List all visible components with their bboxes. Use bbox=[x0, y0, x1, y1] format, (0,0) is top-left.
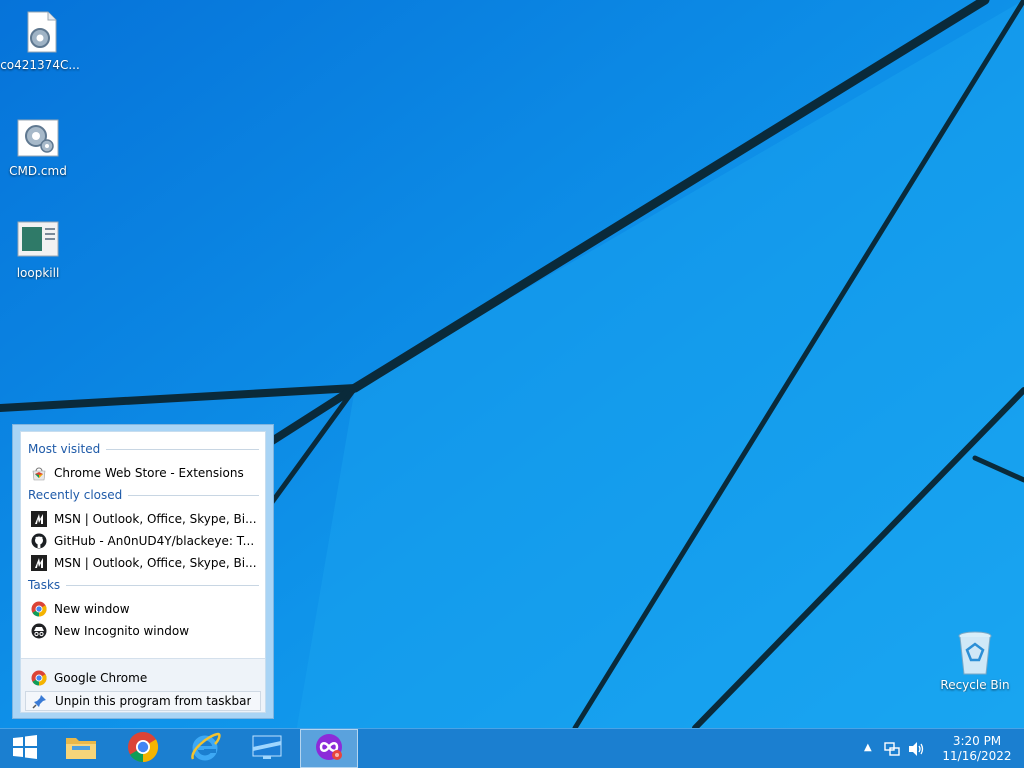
clock[interactable]: 3:20 PM 11/16/2022 bbox=[942, 734, 1012, 764]
jump-item-label: Chrome Web Store - Extensions bbox=[54, 466, 244, 480]
jump-item-label: Unpin this program from taskbar bbox=[55, 694, 252, 708]
desktop-icon-recycle-bin[interactable]: Recycle Bin bbox=[935, 630, 1015, 692]
start-button[interactable] bbox=[0, 729, 50, 768]
jump-item-label: MSN | Outlook, Office, Skype, Bi... bbox=[54, 512, 257, 526]
tasks-header: Tasks bbox=[28, 577, 259, 593]
jump-item-label: GitHub - An0nUD4Y/blackeye: T... bbox=[54, 534, 255, 548]
jump-item-chrome-web-store[interactable]: Chrome Web Store - Extensions bbox=[25, 463, 259, 483]
taskbar-desktop-app[interactable] bbox=[238, 729, 296, 768]
desktop-icon-label: loopkill bbox=[16, 266, 60, 280]
unpin-from-taskbar-item[interactable]: Unpin this program from taskbar bbox=[25, 691, 261, 711]
jump-item-label: New window bbox=[54, 602, 130, 616]
msn-icon bbox=[31, 555, 47, 571]
incognito-icon bbox=[31, 623, 47, 639]
jump-item-label: Google Chrome bbox=[54, 671, 148, 685]
header-divider bbox=[66, 584, 259, 586]
jump-list-footer: Google Chrome Unpin this program from ta… bbox=[21, 658, 265, 712]
jump-item-google-chrome[interactable]: Google Chrome bbox=[25, 668, 259, 688]
chrome-jump-list: Most visited Chrome Web Store - Extensio… bbox=[12, 424, 274, 719]
jump-item-github[interactable]: GitHub - An0nUD4Y/blackeye: T... bbox=[25, 531, 259, 551]
system-tray: ▲ 3:20 PM 11/16/2022 bbox=[864, 729, 1024, 768]
jump-item-new-incognito-window[interactable]: New Incognito window bbox=[25, 621, 259, 641]
desktop-icon-settings-file[interactable]: co421374C... bbox=[0, 10, 80, 72]
tasks-header-text: Tasks bbox=[28, 578, 61, 592]
taskbar: ▲ 3:20 PM 11/16/2022 bbox=[0, 728, 1024, 768]
msn-icon bbox=[31, 511, 47, 527]
network-icon[interactable] bbox=[884, 741, 900, 760]
recycle-bin-icon bbox=[953, 630, 997, 675]
clock-time: 3:20 PM bbox=[952, 734, 1002, 748]
file-explorer-icon bbox=[64, 732, 98, 765]
taskbar-phishing-app[interactable] bbox=[300, 729, 358, 768]
desktop-icon-label: co421374C... bbox=[0, 58, 80, 72]
recently-closed-header-text: Recently closed bbox=[28, 488, 123, 502]
jump-item-msn-1[interactable]: MSN | Outlook, Office, Skype, Bi... bbox=[25, 509, 259, 529]
batch-window-icon bbox=[16, 218, 60, 262]
chrome-icon bbox=[31, 670, 47, 686]
show-hidden-icons-chevron-icon[interactable]: ▲ bbox=[864, 742, 872, 753]
jump-list-panel: Most visited Chrome Web Store - Extensio… bbox=[20, 431, 266, 713]
recently-closed-header: Recently closed bbox=[28, 487, 259, 503]
clock-date: 11/16/2022 bbox=[942, 749, 1012, 763]
internet-explorer-icon bbox=[189, 731, 221, 766]
desktop-icon-label: CMD.cmd bbox=[9, 164, 67, 178]
taskbar-chrome[interactable] bbox=[114, 729, 172, 768]
settings-file-icon bbox=[18, 10, 62, 54]
desktop-app-icon bbox=[251, 733, 283, 764]
desktop-icon-cmd[interactable]: CMD.cmd bbox=[0, 116, 78, 178]
jump-item-label: MSN | Outlook, Office, Skype, Bi... bbox=[54, 556, 257, 570]
jump-item-label: New Incognito window bbox=[54, 624, 190, 638]
phishing-app-icon bbox=[313, 731, 345, 766]
desktop-icon-label: Recycle Bin bbox=[940, 678, 1010, 692]
most-visited-header: Most visited bbox=[28, 441, 259, 457]
unpin-icon bbox=[32, 693, 48, 709]
cmd-gear-icon bbox=[16, 116, 60, 160]
taskbar-file-explorer[interactable] bbox=[52, 729, 110, 768]
jump-item-msn-2[interactable]: MSN | Outlook, Office, Skype, Bi... bbox=[25, 553, 259, 573]
most-visited-header-text: Most visited bbox=[28, 442, 101, 456]
desktop-icon-loopkill[interactable]: loopkill bbox=[0, 218, 78, 280]
start-icon bbox=[12, 734, 38, 763]
header-divider bbox=[128, 494, 259, 496]
jump-item-new-window[interactable]: New window bbox=[25, 599, 259, 619]
volume-icon[interactable] bbox=[908, 741, 926, 760]
chrome-icon bbox=[127, 731, 159, 766]
webstore-icon bbox=[31, 465, 47, 481]
chrome-icon bbox=[31, 601, 47, 617]
github-icon bbox=[31, 533, 47, 549]
header-divider bbox=[106, 448, 259, 450]
taskbar-internet-explorer[interactable] bbox=[176, 729, 234, 768]
